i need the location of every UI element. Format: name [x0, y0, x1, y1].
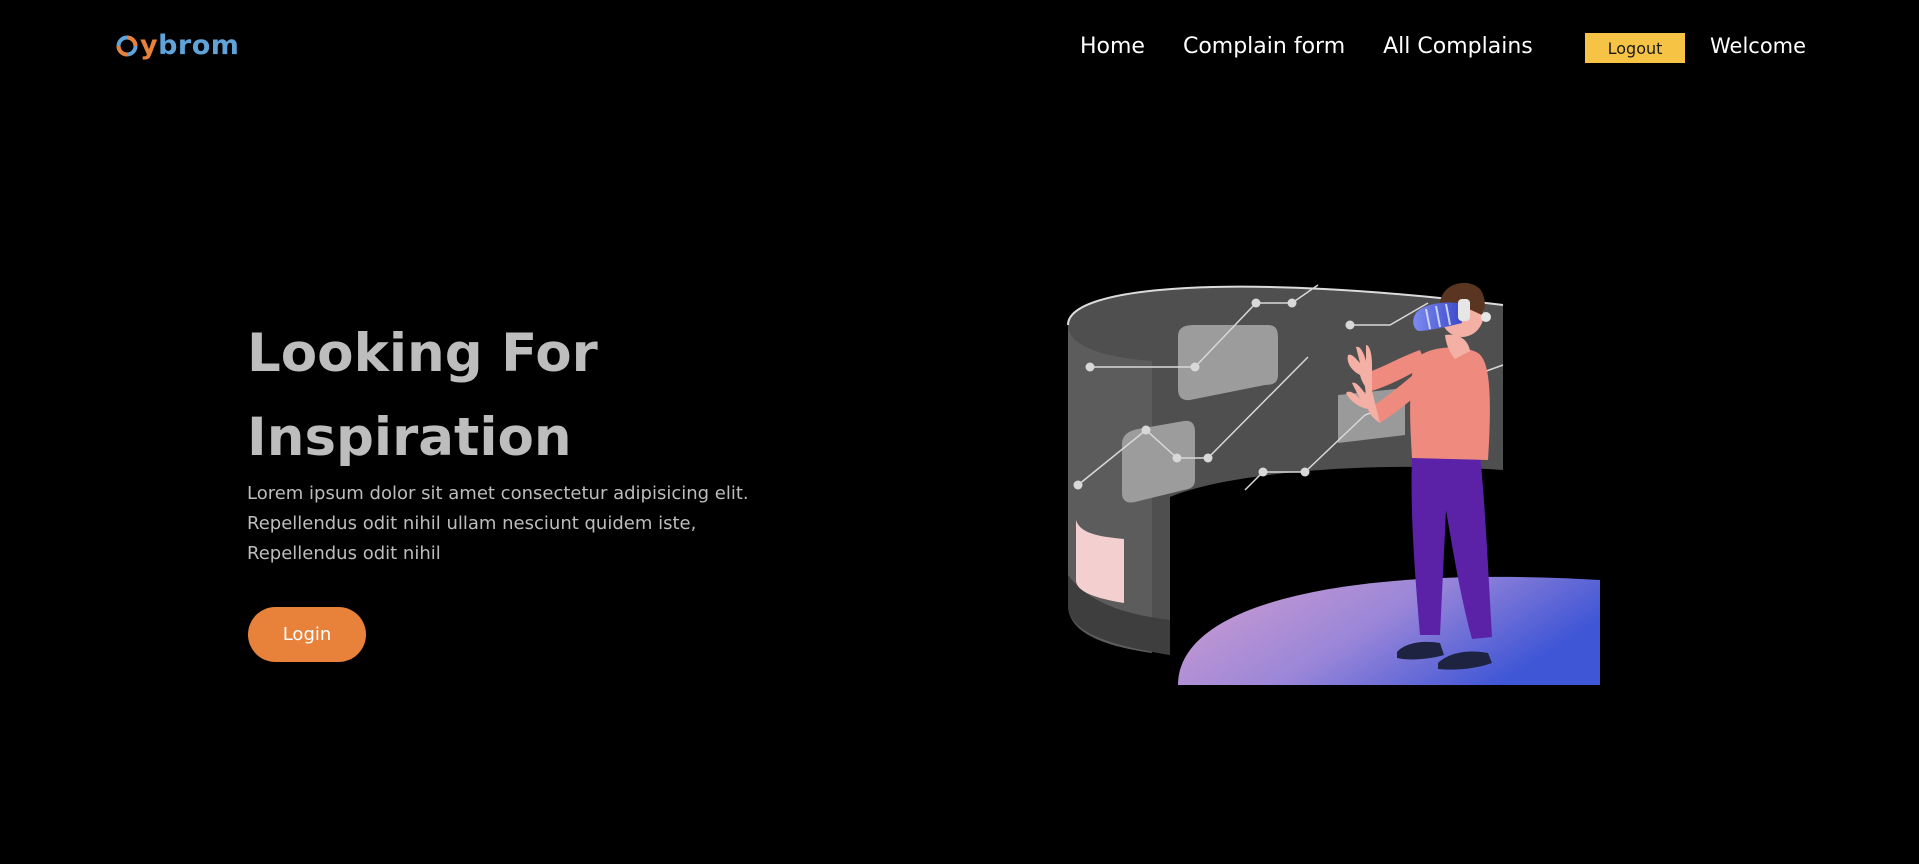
nav-link-all-complains[interactable]: All Complains [1383, 34, 1533, 59]
welcome-text: Welcome [1710, 34, 1807, 58]
main-nav: Home Complain form All Complains [1080, 34, 1571, 59]
brand-logo[interactable]: y brom [116, 30, 239, 61]
hero-description-line: Repellendus odit nihil [247, 543, 441, 564]
hero-title-line: Inspiration [247, 407, 572, 468]
hero-title-line: Looking For [247, 323, 598, 384]
logo-ring-icon [116, 35, 138, 56]
vr-person-illustration [1067, 282, 1600, 685]
logo-accent-letter: y [140, 30, 159, 61]
nav-link-home[interactable]: Home [1080, 34, 1145, 59]
hero-description-line: Lorem ipsum dolor sit amet consectetur a… [247, 483, 749, 504]
hero-description: Lorem ipsum dolor sit amet consectetur a… [247, 479, 807, 569]
login-button[interactable]: Login [248, 607, 366, 662]
floor-platform [1178, 576, 1600, 685]
page: y brom Home Complain form All Complains … [0, 0, 1919, 864]
logout-button[interactable]: Logout [1585, 33, 1685, 63]
hero-title: Looking For Inspiration [247, 312, 598, 480]
nav-link-complain-form[interactable]: Complain form [1183, 34, 1345, 59]
hero-description-line: Repellendus odit nihil ullam nesciunt qu… [247, 513, 697, 534]
logo-text: brom [158, 30, 240, 61]
